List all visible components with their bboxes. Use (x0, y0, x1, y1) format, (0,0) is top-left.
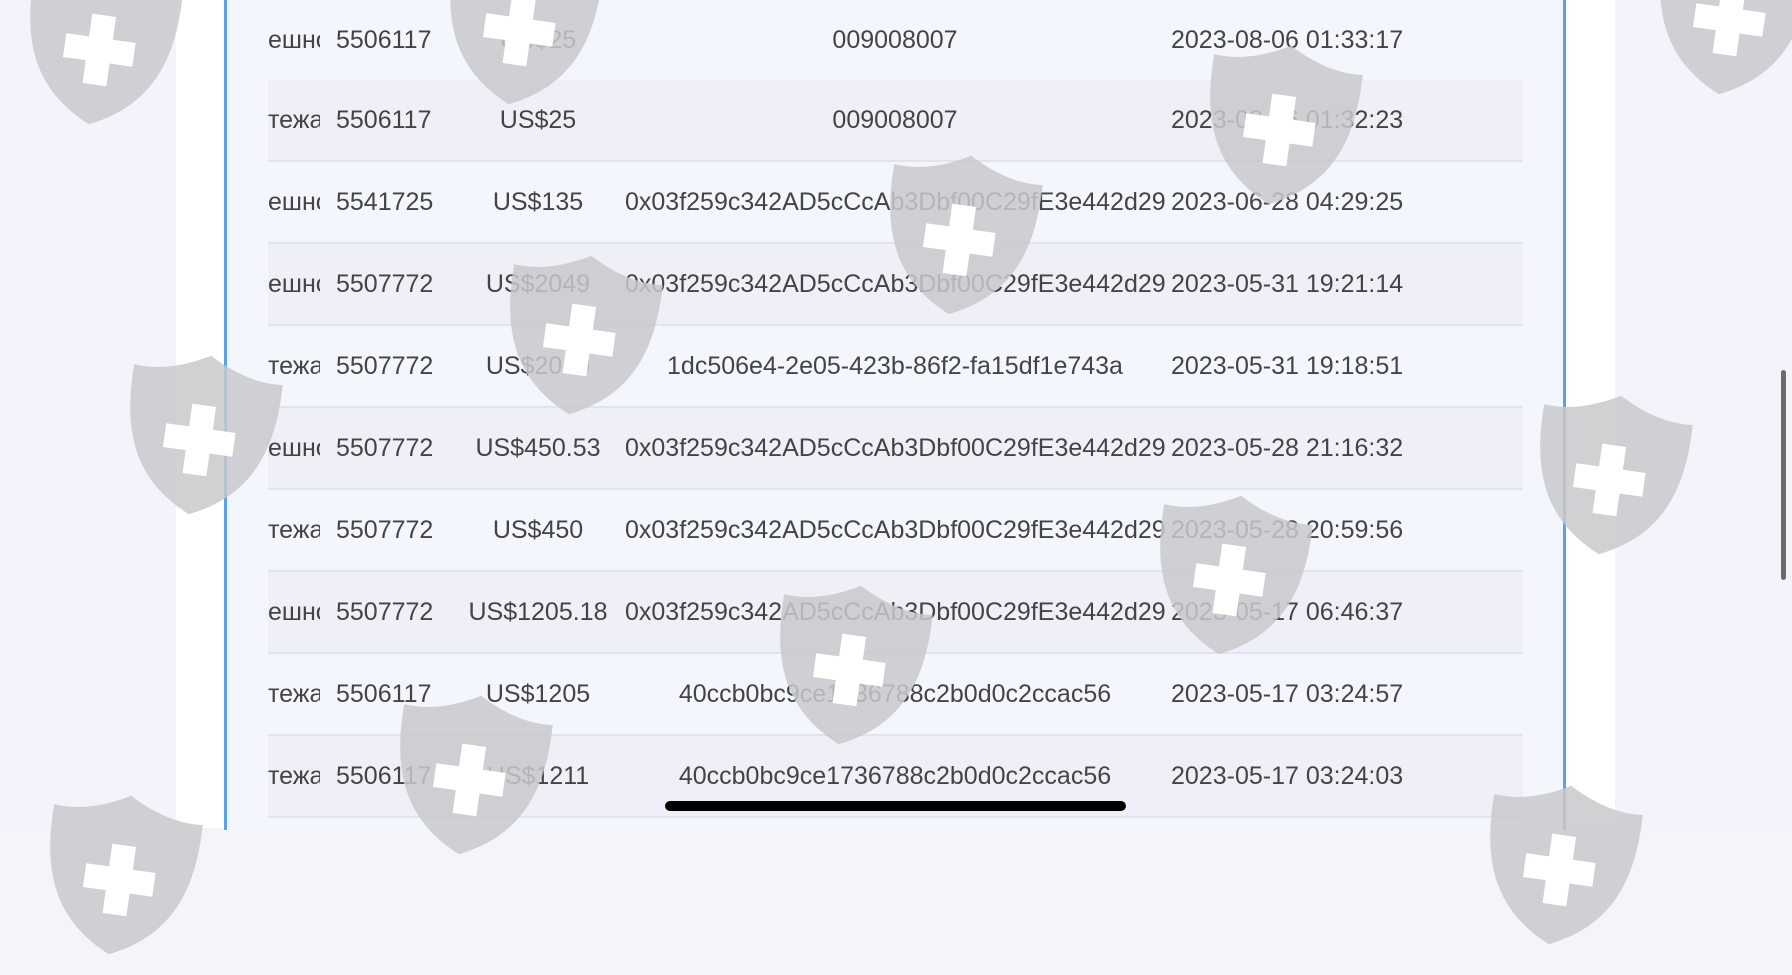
right-background (1615, 0, 1792, 828)
transaction-cell: 009008007 (832, 26, 958, 54)
status-cell: ешно (268, 270, 320, 298)
home-indicator[interactable] (665, 801, 1126, 811)
amount-cell: US$25 (499, 26, 577, 54)
table-row[interactable]: ешно 5506117 US$25 009008007 2023-08-06 … (268, 0, 1523, 82)
status-cell: тежа (268, 352, 320, 380)
transaction-cell: 0x03f259c342AD5cCcAb3Dbf00C29fE3e442d297… (625, 434, 1165, 462)
date-cell: 2023-06-28 04:29:25 (1171, 188, 1404, 216)
date-cell: 2023-05-28 20:59:56 (1171, 516, 1404, 544)
amount-cell: US$2049 (485, 270, 591, 298)
status-cell: тежа (268, 762, 320, 790)
date-cell: 2023-05-17 03:24:57 (1171, 680, 1404, 708)
status-cell: тежа (268, 680, 320, 708)
transaction-cell: 0x03f259c342AD5cCcAb3Dbf00C29fE3e442d297… (625, 270, 1165, 298)
id-cell: 5507772 (336, 270, 434, 298)
amount-cell: US$450.53 (475, 434, 601, 462)
amount-cell: US$2049 (485, 352, 591, 380)
status-cell: ешно (268, 434, 320, 462)
status-cell: ешно (268, 188, 320, 216)
date-cell: 2023-05-17 03:24:03 (1171, 762, 1404, 790)
table-row[interactable]: тежа 5506117 US$1205 40ccb0bc9ce1736788c… (268, 654, 1523, 736)
transaction-cell: 0x03f259c342AD5cCcAb3Dbf00C29fE3e442d297… (625, 516, 1165, 544)
left-background (0, 0, 176, 828)
transaction-cell: 0x03f259c342AD5cCcAb3Dbf00C29fE3e442d297… (625, 598, 1165, 626)
id-cell: 5506117 (336, 762, 432, 790)
amount-cell: US$1205.18 (468, 598, 608, 626)
id-cell: 5507772 (336, 598, 434, 626)
amount-cell: US$1205 (485, 680, 591, 708)
status-cell: тежа (268, 516, 320, 544)
amount-cell: US$25 (499, 106, 577, 134)
date-cell: 2023-05-31 19:21:14 (1171, 270, 1404, 298)
date-cell: 2023-05-17 06:46:37 (1171, 598, 1404, 626)
transaction-cell: 40ccb0bc9ce1736788c2b0d0c2ccac56 (678, 680, 1112, 708)
id-cell: 5506117 (336, 680, 432, 708)
table-row[interactable]: ешно 5507772 US$450.53 0x03f259c342AD5cC… (268, 408, 1523, 490)
status-cell: ешно (268, 26, 320, 54)
vertical-scrollbar[interactable] (1781, 370, 1786, 580)
date-cell: 2023-08-06 01:33:17 (1171, 26, 1404, 54)
table-row[interactable]: ешно 5507772 US$2049 0x03f259c342AD5cCcA… (268, 244, 1523, 326)
amount-cell: US$1211 (486, 762, 590, 790)
amount-cell: US$450 (492, 516, 584, 544)
transactions-table: ешно 5506117 US$25 009008007 2023-08-06 … (268, 0, 1523, 828)
table-row[interactable]: ешно 5541725 US$135 0x03f259c342AD5cCcAb… (268, 162, 1523, 244)
table-row[interactable]: тежа 5507772 US$450 0x03f259c342AD5cCcAb… (268, 490, 1523, 572)
id-cell: 5541725 (336, 188, 434, 216)
id-cell: 5507772 (336, 352, 434, 380)
amount-cell: US$135 (492, 188, 584, 216)
status-cell: ешно (268, 598, 320, 626)
id-cell: 5507772 (336, 516, 434, 544)
transaction-cell: 009008007 (832, 106, 958, 134)
table-row[interactable]: ешно 5507772 US$1205.18 0x03f259c342AD5c… (268, 572, 1523, 654)
table-row[interactable]: тежа 5507772 US$2049 1dc506e4-2e05-423b-… (268, 326, 1523, 408)
date-cell: 2023-05-31 19:18:51 (1171, 352, 1404, 380)
transaction-cell: 0x03f259c342AD5cCcAb3Dbf00C29fE3e442d297… (625, 188, 1165, 216)
id-cell: 5507772 (336, 434, 434, 462)
status-cell: тежа (268, 106, 320, 134)
date-cell: 2023-05-28 21:16:32 (1171, 434, 1404, 462)
id-cell: 5506117 (336, 26, 432, 54)
date-cell: 2023-08-06 01:32:23 (1171, 106, 1404, 134)
transaction-cell: 1dc506e4-2e05-423b-86f2-fa15df1e743a (667, 352, 1123, 380)
id-cell: 5506117 (336, 106, 432, 134)
table-row[interactable]: тежа 5506117 US$25 009008007 2023-08-06 … (268, 80, 1523, 162)
